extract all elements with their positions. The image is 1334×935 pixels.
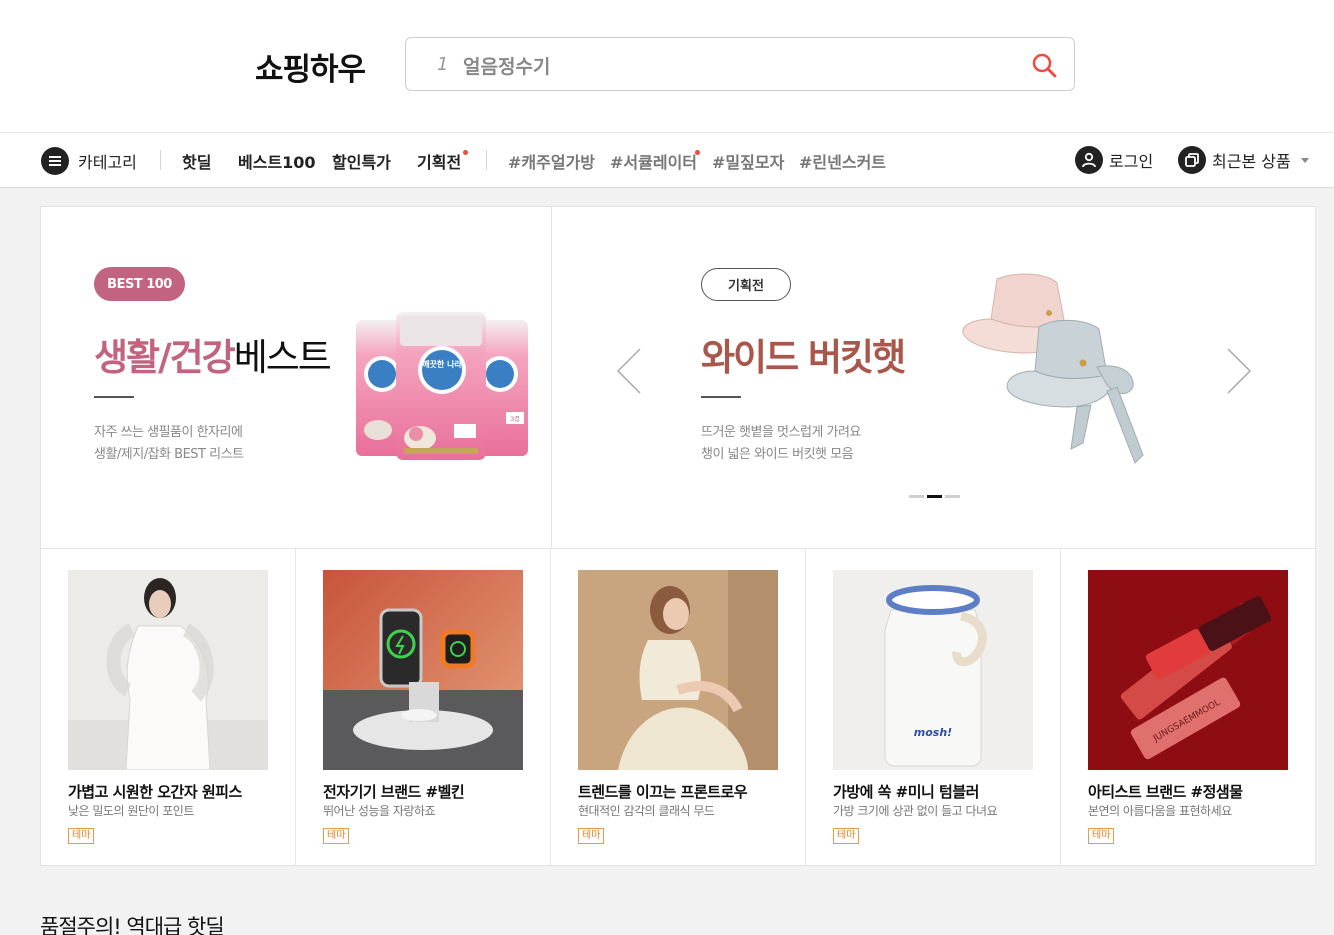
site-logo[interactable]: 쇼핑하우	[255, 44, 366, 89]
theme-tag: 테마	[1088, 828, 1115, 844]
carousel-next-arrow-icon[interactable]	[1226, 347, 1252, 395]
theme-tag: 테마	[68, 828, 95, 844]
search-input[interactable]: 얼음정수기	[463, 52, 550, 79]
theme-title: 아티스트 브랜드 #정샘물	[1088, 783, 1243, 801]
banner-title-accent: 생활/건강	[94, 336, 236, 379]
toilet-paper-product-image: 3겹 깨끗한 나라	[356, 312, 528, 460]
wireless-charger-image	[323, 570, 523, 770]
bucket-hat-product-image	[962, 273, 1144, 464]
banner-desc-line: 뜨거운 햇볕을 멋스럽게 가려요	[701, 425, 861, 440]
banner-title: 와이드 버킷햇	[701, 327, 906, 381]
main-content: BEST 100 생활/건강베스트 자주 쓰는 생필품이 한자리에 생활/제지/…	[40, 206, 1316, 866]
nav-link-best100[interactable]: 베스트100	[238, 149, 316, 173]
best100-badge: BEST 100	[94, 267, 185, 301]
theme-card[interactable]: 전자기기 브랜드 #벨킨 뛰어난 성능을 자랑하죠 테마	[296, 549, 551, 866]
banner-exhibition[interactable]: 기획전 와이드 버킷햇 뜨거운 햇볕을 멋스럽게 가려요 챙이 넓은 와이드 버…	[552, 207, 1315, 548]
nav-divider	[486, 150, 487, 170]
login-button[interactable]: 로그인	[1075, 146, 1153, 174]
lipstick-image: JUNGSAEMMOOL	[1088, 570, 1288, 770]
theme-subtitle: 현대적인 감각의 클래식 무드	[578, 804, 715, 818]
new-badge-dot	[463, 150, 468, 155]
carousel-prev-arrow-icon[interactable]	[616, 347, 642, 395]
exhibition-badge: 기획전	[701, 268, 791, 301]
menu-icon	[41, 147, 69, 175]
login-label: 로그인	[1109, 152, 1154, 171]
banner-desc-line: 자주 쓰는 생필품이 한자리에	[94, 425, 243, 440]
category-button[interactable]: 카테고리	[41, 146, 137, 176]
theme-title: 가방에 쏙 #미니 텀블러	[833, 783, 979, 801]
banner-desc-line: 챙이 넓은 와이드 버킷햇 모음	[701, 447, 854, 462]
tumbler-brand-label: mosh!	[914, 726, 952, 739]
theme-title: 트렌드를 이끄는 프론트로우	[578, 783, 748, 801]
search-rank: 1	[437, 54, 449, 75]
banner-description: 자주 쓰는 생필품이 한자리에 생활/제지/잡화 BEST 리스트	[94, 422, 244, 466]
nav-divider	[160, 150, 161, 170]
frontrow-model-image	[578, 570, 778, 770]
banner-title: 생활/건강베스트	[94, 327, 332, 381]
theme-subtitle: 가방 크기에 상관 없이 들고 다녀요	[833, 804, 998, 818]
header: 쇼핑하우 1 얼음정수기	[0, 0, 1334, 132]
recent-items-icon	[1178, 146, 1206, 174]
theme-tag: 테마	[323, 828, 350, 844]
banner-best100[interactable]: BEST 100 생활/건강베스트 자주 쓰는 생필품이 한자리에 생활/제지/…	[41, 207, 552, 548]
pack-front: 깨끗한 나라	[396, 312, 486, 460]
nav-tag-straw-hat[interactable]: #밀짚모자	[712, 149, 784, 173]
theme-list: 가볍고 시원한 오간자 원피스 낮은 밀도의 원단이 포인트 테마 전자기기 브…	[41, 548, 1315, 866]
theme-subtitle: 낮은 밀도의 원단이 포인트	[68, 804, 194, 818]
carousel-dot[interactable]	[909, 495, 924, 498]
user-icon	[1075, 146, 1103, 174]
banner-divider	[94, 396, 134, 398]
theme-tag: 테마	[578, 828, 605, 844]
pack-ply-label: 3겹	[510, 415, 519, 423]
banner-title-plain: 베스트	[233, 336, 332, 379]
pack-brand-label: 깨끗한 나라	[422, 359, 462, 369]
theme-card[interactable]: mosh! 가방에 쏙 #미니 텀블러 가방 크기에 상관 없이 들고 다녀요 …	[806, 549, 1061, 866]
theme-title: 가볍고 시원한 오간자 원피스	[68, 783, 242, 801]
section-title-hotdeal: 품절주의! 역대급 핫딜	[40, 915, 225, 935]
mini-tumbler-image: mosh!	[833, 570, 1033, 770]
banner-description: 뜨거운 햇볕을 멋스럽게 가려요 챙이 넓은 와이드 버킷햇 모음	[701, 422, 861, 466]
recent-products-button[interactable]: 최근본 상품	[1178, 146, 1309, 174]
nav-link-hotdeal[interactable]: 핫딜	[182, 149, 211, 173]
theme-title: 전자기기 브랜드 #벨킨	[323, 783, 465, 801]
carousel-dot[interactable]	[945, 495, 960, 498]
category-label: 카테고리	[78, 153, 137, 172]
main-nav: 카테고리 핫딜 베스트100 할인특가 기획전 #캐주얼가방 #서큘레이터 #밀…	[0, 132, 1334, 188]
nav-tag-circulator[interactable]: #서큘레이터	[610, 149, 697, 173]
theme-subtitle: 뛰어난 성능을 자랑하죠	[323, 804, 436, 818]
organza-dress-image	[68, 570, 268, 770]
nav-tag-linen-skirt[interactable]: #린넨스커트	[799, 149, 886, 173]
new-badge-dot	[695, 150, 700, 155]
carousel-dot-active[interactable]	[927, 495, 942, 498]
theme-subtitle: 본연의 아름다움을 표현하세요	[1088, 804, 1232, 818]
banner-divider	[701, 396, 741, 398]
search-box[interactable]: 1 얼음정수기	[405, 37, 1075, 91]
banner-desc-line: 생활/제지/잡화 BEST 리스트	[94, 447, 244, 462]
nav-link-exhibition[interactable]: 기획전	[417, 149, 461, 173]
nav-link-sale[interactable]: 할인특가	[332, 149, 391, 173]
nav-tag-casual-bag[interactable]: #캐주얼가방	[508, 149, 595, 173]
chevron-down-icon	[1300, 157, 1309, 163]
theme-tag: 테마	[833, 828, 860, 844]
carousel-indicators	[909, 495, 960, 498]
search-icon[interactable]	[1030, 51, 1058, 79]
theme-card[interactable]: 트렌드를 이끄는 프론트로우 현대적인 감각의 클래식 무드 테마	[551, 549, 806, 866]
banner-title-accent: 와이드 버킷햇	[701, 336, 906, 379]
theme-card[interactable]: 가볍고 시원한 오간자 원피스 낮은 밀도의 원단이 포인트 테마	[41, 549, 296, 866]
theme-card[interactable]: JUNGSAEMMOOL 아티스트 브랜드 #정샘물 본연의 아름다움을 표현하…	[1061, 549, 1315, 866]
recent-products-label: 최근본 상품	[1212, 152, 1291, 171]
